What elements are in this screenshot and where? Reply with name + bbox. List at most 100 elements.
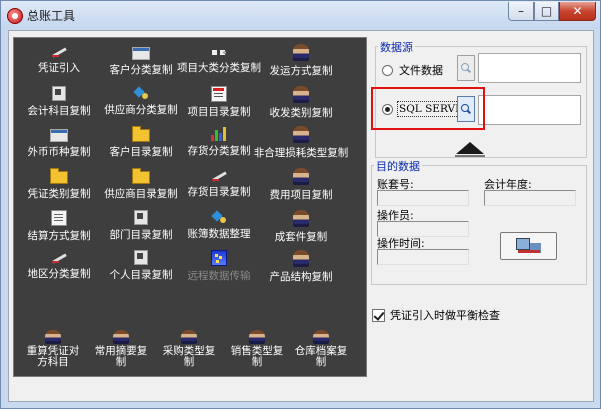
supplier-catalog-icon (132, 168, 150, 184)
tool-foreign-currency-copy[interactable]: 外币币种复制 (16, 124, 102, 164)
region-icon (51, 250, 67, 264)
ledger-icon (211, 210, 227, 224)
customer-catalog-icon (132, 126, 150, 142)
app-icon (7, 8, 23, 24)
tool-settlement-method-copy[interactable]: 结算方式复制 (16, 208, 102, 248)
tool-voucher-type-copy[interactable]: 凭证类别复制 (16, 166, 102, 206)
title-bar[interactable]: 总账工具 – □ ✕ (1, 1, 600, 29)
tool-assembly-copy[interactable]: 成套件复制 (258, 208, 344, 248)
balance-check-label: 凭证引入时做平衡检查 (390, 309, 500, 322)
person-icon (313, 330, 329, 344)
search-icon (461, 63, 471, 73)
tool-abnormal-loss-type-copy[interactable]: 非合理损耗类型复制 (254, 124, 348, 164)
tool-label: 结算方式复制 (27, 230, 91, 242)
tool-inventory-catalog-copy[interactable]: 存货目录复制 (176, 166, 262, 206)
tool-label: 销售类型复制 (230, 345, 284, 368)
client-area: 凭证引入 客户分类复制 项目大类分类复制 发运方式复制会计科目复制 供应商分类复制 项目目… (8, 30, 594, 402)
transfer-arrow-icon (456, 142, 484, 154)
main-window: 总账工具 – □ ✕ 凭证引入 客户分类复制 项目大类分类复制 发运方式复制会计科目复… (0, 0, 601, 409)
close-icon: ✕ (572, 4, 583, 18)
currency-icon (50, 129, 68, 142)
tool-label: 个人目录复制 (109, 269, 173, 281)
tool-label: 成套件复制 (274, 231, 328, 243)
tool-department-catalog-copy[interactable]: 部门目录复制 (98, 208, 184, 248)
tool-label: 凭证类别复制 (27, 188, 91, 200)
person-icon (181, 330, 197, 344)
tool-label: 采购类型复制 (162, 345, 216, 368)
connect-target-button[interactable] (500, 232, 557, 260)
chart-icon-bar (219, 133, 222, 141)
tool-project-catalog-copy[interactable]: 项目目录复制 (176, 84, 262, 124)
tool-panel: 凭证引入 客户分类复制 项目大类分类复制 发运方式复制会计科目复制 供应商分类复制 项目目… (13, 37, 367, 377)
tool-voucher-import[interactable]: 凭证引入 (16, 42, 102, 82)
tool-ledger-data-cleanup[interactable]: 账簿数据整理 (176, 208, 262, 248)
tool-customer-class-copy[interactable]: 客户分类复制 (98, 42, 184, 82)
tool-region-class-copy[interactable]: 地区分类复制 (16, 248, 102, 288)
tool-inventory-class-copy[interactable]: 存货分类复制 (176, 124, 262, 164)
tool-common-summary-copy[interactable]: 常用摘要复制 (82, 328, 160, 368)
tool-shipping-method-copy[interactable]: 发运方式复制 (258, 42, 344, 82)
close-button[interactable]: ✕ (559, 2, 596, 21)
tool-label: 客户目录复制 (109, 146, 173, 158)
personal-icon (134, 250, 148, 265)
tool-remote-data-transfer: 远程数据传输 (176, 248, 262, 288)
project-catalog-icon (211, 86, 227, 102)
tool-expense-item-copy[interactable]: 费用项目复制 (258, 166, 344, 206)
tool-label: 凭证引入 (38, 62, 80, 74)
balance-check-option[interactable]: 凭证引入时做平衡检查 (372, 307, 500, 323)
balance-check-checkbox[interactable] (372, 308, 385, 322)
supplier-class-icon (133, 86, 149, 100)
tool-label: 账簿数据整理 (187, 228, 251, 240)
file-browse-button[interactable] (457, 55, 475, 81)
person-icon (249, 330, 265, 344)
network-computer-icon (514, 236, 544, 256)
tool-supplier-class-copy[interactable]: 供应商分类复制 (98, 84, 184, 124)
minimize-icon: – (518, 4, 524, 18)
transfer-arrow-base (455, 155, 485, 157)
person-icon (293, 126, 309, 143)
tool-label: 产品结构复制 (269, 271, 333, 283)
person-icon (293, 210, 309, 227)
file-path-field[interactable] (478, 53, 581, 83)
person-icon (293, 44, 309, 61)
tool-product-structure-copy[interactable]: 产品结构复制 (258, 248, 344, 288)
person-icon (293, 250, 309, 267)
tool-label: 费用项目复制 (269, 189, 333, 201)
tool-label: 收发类别复制 (269, 107, 333, 119)
file-data-option[interactable]: 文件数据 (382, 62, 443, 78)
tool-label: 外币币种复制 (27, 146, 91, 158)
tool-customer-catalog-copy[interactable]: 客户目录复制 (98, 124, 184, 164)
tool-label: 客户分类复制 (109, 64, 173, 76)
file-data-radio[interactable] (382, 64, 393, 76)
sql-server-field[interactable] (478, 95, 581, 125)
account-subject-icon (52, 86, 66, 101)
tool-label: 项目大类分类复制 (177, 62, 261, 74)
tool-purchase-type-copy[interactable]: 采购类型复制 (150, 328, 228, 368)
customer-class-icon (132, 47, 150, 60)
tool-receive-dispatch-class-copy[interactable]: 收发类别复制 (258, 84, 344, 124)
data-source-label: 数据源 (378, 39, 415, 55)
tool-account-subject-copy[interactable]: 会计科目复制 (16, 84, 102, 124)
tool-personal-catalog-copy[interactable]: 个人目录复制 (98, 248, 184, 288)
maximize-button[interactable]: □ (534, 2, 559, 21)
tool-label: 供应商分类复制 (104, 104, 178, 116)
person-icon (293, 86, 309, 103)
tool-project-major-class-copy[interactable]: 项目大类分类复制 (176, 42, 262, 82)
target-data-label: 目的数据 (374, 158, 422, 174)
tool-warehouse-archive-copy[interactable]: 仓库档案复制 (282, 328, 360, 368)
inventory-catalog-icon (211, 168, 227, 182)
tool-recalc-voucher-counter-subject[interactable]: 重算凭证对方科目 (14, 328, 92, 368)
fiscal-year-field (484, 190, 576, 206)
sql-server-highlight (371, 87, 485, 130)
voucher-import-icon (51, 44, 67, 58)
file-data-label: 文件数据 (399, 64, 443, 77)
tool-label: 发运方式复制 (269, 65, 333, 77)
tool-supplier-catalog-copy[interactable]: 供应商目录复制 (98, 166, 184, 206)
voucher-type-icon (50, 168, 68, 184)
tool-label: 非合理损耗类型复制 (253, 147, 349, 159)
minimize-button[interactable]: – (508, 2, 534, 21)
account-no-field (377, 190, 469, 206)
person-icon (293, 168, 309, 185)
tool-label: 部门目录复制 (109, 229, 173, 241)
chart-icon-bar (211, 135, 214, 141)
